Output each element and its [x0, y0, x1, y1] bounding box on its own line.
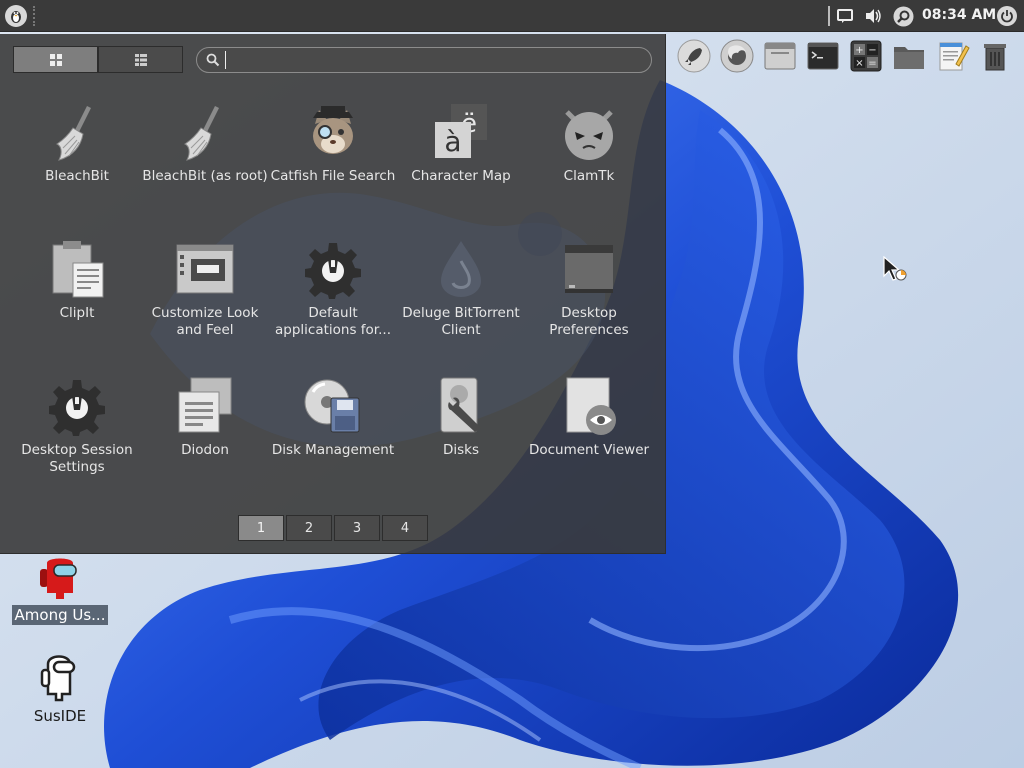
calculator-icon[interactable]: + − × = [848, 38, 884, 74]
app-diodon[interactable]: Diodon [141, 376, 269, 506]
clipboard-icon [52, 241, 104, 298]
page-button-3[interactable]: 3 [334, 515, 380, 541]
application-menu-button[interactable] [5, 5, 27, 27]
broom-icon [184, 106, 219, 161]
dock: + − × = [672, 38, 1024, 76]
app-label: Desktop Session Settings [21, 442, 133, 475]
app-label: ClamTk [563, 168, 615, 184]
desktop-icon-label: Among Us... [11, 605, 109, 625]
app-label: BleachBit (as root) [142, 168, 268, 184]
disk-management-icon [304, 379, 360, 433]
page-button-1[interactable]: 1 [238, 515, 284, 541]
top-panel: 08:34 AM [0, 0, 1024, 32]
app-character-map[interactable]: ë à Character Map [397, 102, 525, 232]
app-label: Default applications for... [275, 305, 391, 338]
window-icon[interactable] [762, 38, 798, 74]
app-desktop-session-settings[interactable]: Desktop Session Settings [13, 376, 141, 506]
tray-separator [828, 6, 830, 26]
grid-view-button[interactable] [13, 46, 98, 73]
trash-icon[interactable] [977, 38, 1013, 74]
search-icon [206, 53, 220, 67]
app-catfish[interactable]: Catfish File Search [269, 102, 397, 232]
deluge-icon [441, 241, 481, 297]
app-label: Diodon [181, 442, 229, 458]
app-label: Character Map [411, 168, 511, 184]
among-us-icon [40, 558, 77, 599]
category-view-button[interactable] [98, 46, 183, 73]
app-label: ClipIt [59, 305, 95, 321]
clock[interactable]: 08:34 AM [922, 7, 996, 23]
diodon-icon [178, 377, 232, 433]
app-deluge[interactable]: Deluge BitTorrent Client [397, 239, 525, 369]
desktop-preferences-icon [565, 245, 613, 293]
svg-text:+: + [855, 45, 863, 56]
search-box [196, 47, 652, 73]
app-label: Deluge BitTorrent Client [402, 305, 520, 338]
app-label: Customize Look and Feel [151, 305, 259, 338]
view-mode-toggle [13, 46, 183, 73]
file-manager-icon[interactable] [891, 38, 927, 74]
power-icon [1001, 10, 1013, 23]
search-input[interactable] [225, 51, 645, 69]
app-label: Desktop Preferences [549, 305, 629, 338]
appearance-icon [176, 244, 234, 294]
catfish-icon [313, 106, 353, 154]
suside-icon [40, 655, 76, 702]
desktop-icon-label: SusIDE [33, 707, 87, 725]
firefox-icon[interactable] [719, 38, 755, 74]
mouse-pointer-busy-icon [883, 256, 907, 281]
panel-separator [33, 6, 35, 26]
svg-text:×: × [855, 58, 863, 69]
penguin-icon [11, 11, 21, 23]
app-label: Disk Management [271, 442, 395, 458]
app-customize-look-and-feel[interactable]: Customize Look and Feel [141, 239, 269, 369]
desktop-icon-among-us[interactable]: Among Us... [5, 555, 115, 625]
svg-text:à: à [444, 125, 461, 158]
app-clipit[interactable]: ClipIt [13, 239, 141, 369]
app-bleachbit-root[interactable]: BleachBit (as root) [141, 102, 269, 232]
gear-icon [305, 243, 361, 299]
list-icon [134, 53, 147, 66]
app-label: Document Viewer [528, 442, 650, 458]
session-gear-icon [49, 380, 105, 436]
grid-icon [49, 53, 62, 66]
terminal-icon[interactable] [805, 38, 841, 74]
application-launcher: BleachBit BleachBit (as root) Catfish Fi… [0, 34, 666, 554]
app-label: Catfish File Search [270, 168, 396, 184]
page-button-4[interactable]: 4 [382, 515, 428, 541]
svg-text:=: = [868, 58, 876, 69]
volume-icon[interactable] [864, 8, 882, 24]
desktop-icon-suside[interactable]: SusIDE [5, 652, 115, 726]
app-default-applications[interactable]: Default applications for... [269, 239, 397, 369]
app-bleachbit[interactable]: BleachBit [13, 102, 141, 232]
svg-text:−: − [868, 45, 876, 56]
broom-icon [56, 106, 91, 161]
search-icon[interactable] [893, 6, 914, 27]
text-editor-icon[interactable] [934, 38, 970, 74]
clamtk-icon [565, 110, 613, 160]
document-viewer-icon [566, 377, 616, 435]
page-button-2[interactable]: 2 [286, 515, 332, 541]
app-disk-management[interactable]: Disk Management [269, 376, 397, 506]
launcher-rocket-icon[interactable] [676, 38, 712, 74]
app-disks[interactable]: Disks [397, 376, 525, 506]
power-button[interactable] [997, 6, 1017, 26]
app-desktop-preferences[interactable]: Desktop Preferences [525, 239, 653, 369]
character-map-icon: ë à [435, 104, 487, 158]
notification-icon[interactable] [836, 8, 854, 24]
pagination: 1 2 3 4 [238, 515, 430, 541]
app-document-viewer[interactable]: Document Viewer [525, 376, 653, 506]
disks-icon [440, 377, 481, 433]
app-label: BleachBit [45, 168, 109, 184]
app-label: Disks [442, 442, 480, 458]
app-clamtk[interactable]: ClamTk [525, 102, 653, 232]
